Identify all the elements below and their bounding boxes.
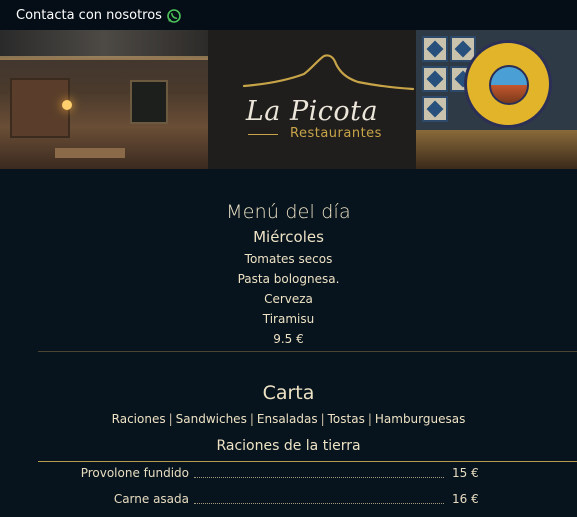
carta-title: Carta xyxy=(262,382,315,404)
menu-del-dia-section: Menú del día Miércoles Tomates secos Pas… xyxy=(0,201,577,346)
section-divider xyxy=(38,351,577,352)
category-link-sandwiches[interactable]: Sandwiches xyxy=(176,412,247,426)
logo-panel: La Picota Restaurantes xyxy=(208,30,416,169)
contact-link[interactable]: Contacta con nosotros xyxy=(16,8,162,23)
category-link-ensaladas[interactable]: Ensaladas xyxy=(257,412,318,426)
nav-separator: | xyxy=(168,412,173,426)
item-price: 15 € xyxy=(452,466,479,480)
emblem-icon xyxy=(464,40,552,128)
top-bar: Contacta con nosotros xyxy=(0,0,577,30)
list-item: Carne asada 16 € xyxy=(0,492,577,508)
item-price: 16 € xyxy=(452,492,479,506)
nav-separator: | xyxy=(320,412,325,426)
menu-title: Menú del día xyxy=(226,201,351,223)
hero-banner: La Picota Restaurantes xyxy=(0,30,577,169)
section-title-underline xyxy=(38,461,577,462)
dotted-leader xyxy=(194,503,444,504)
logo-title: La Picota xyxy=(245,96,379,127)
nav-separator: | xyxy=(249,412,254,426)
item-name: Provolone fundido xyxy=(80,466,189,480)
menu-item: Tomates secos xyxy=(244,252,333,266)
logo-divider xyxy=(248,134,278,135)
restaurant-interior-photo xyxy=(0,30,208,169)
nav-separator: | xyxy=(367,412,372,426)
menu-price: 9.5 € xyxy=(273,332,304,346)
mountain-logo-icon xyxy=(242,54,415,91)
item-name: Carne asada xyxy=(113,492,189,506)
logo-subtitle: Restaurantes xyxy=(290,126,382,141)
menu-item: Tiramisu xyxy=(262,312,315,326)
menu-day: Miércoles xyxy=(253,228,324,246)
menu-item: Pasta bolognesa. xyxy=(237,272,340,286)
whatsapp-icon[interactable] xyxy=(167,8,181,23)
menu-item: Cerveza xyxy=(264,292,313,306)
dotted-leader xyxy=(194,477,444,478)
carta-category-nav: Raciones | Sandwiches | Ensaladas | Tostas | Ham… xyxy=(0,412,577,426)
category-link-hamburguesas[interactable]: Hamburguesas xyxy=(375,412,465,426)
raciones-section-title: Raciones de la tierra xyxy=(216,438,361,454)
category-link-raciones[interactable]: Raciones xyxy=(112,412,166,426)
category-link-tostas[interactable]: Tostas xyxy=(328,412,365,426)
list-item: Provolone fundido 15 € xyxy=(0,466,577,482)
